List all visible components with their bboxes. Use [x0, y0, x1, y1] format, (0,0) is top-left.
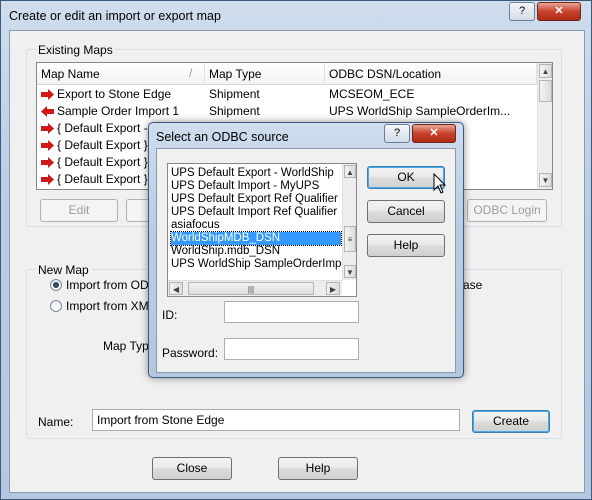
list-item[interactable]: UPS Default Export - WorldShip [171, 167, 341, 180]
export-arrow-icon [41, 174, 54, 186]
odbc-help-button[interactable]: Help [367, 234, 445, 257]
id-label: ID: [162, 308, 178, 322]
list-item[interactable]: WorldShip.mdb_DSN [171, 245, 341, 258]
id-input[interactable] [224, 301, 359, 323]
mouse-cursor-icon [433, 173, 447, 194]
odbc-dialog-client: UPS Default Export - WorldShip UPS Defau… [156, 148, 456, 373]
odbc-dialog-title: Select an ODBC source [156, 130, 289, 144]
existing-maps-legend: Existing Maps [36, 43, 115, 57]
map-type: Shipment [209, 104, 260, 118]
scroll-thumb[interactable] [539, 80, 552, 102]
odbc-login-button[interactable]: ODBC Login [467, 199, 547, 222]
import-odbc-radio[interactable] [50, 279, 62, 291]
import-xml-label: Import from XML [66, 299, 156, 313]
list-item[interactable]: asiafocus [171, 219, 341, 232]
horizontal-scroll-thumb[interactable]: ||| [188, 282, 314, 295]
map-name: { Default Export } [57, 155, 148, 169]
close-caption-button[interactable]: ✕ [537, 2, 581, 21]
help-button[interactable]: Help [278, 457, 358, 480]
scroll-thumb[interactable]: ≡ [344, 226, 356, 252]
export-arrow-icon [41, 123, 54, 135]
map-name: { Default Export } [57, 138, 148, 152]
scroll-down-icon[interactable]: ▼ [344, 265, 356, 278]
column-header-map-type[interactable]: Map Type [205, 63, 325, 85]
map-name: { Default Export - W [57, 121, 163, 135]
create-button[interactable]: Create [472, 410, 550, 433]
scroll-right-icon[interactable]: ▶ [326, 282, 340, 295]
list-item[interactable]: UPS Default Import - MyUPS [171, 180, 341, 193]
list-item[interactable]: UPS Default Export Ref Qualifier [171, 193, 341, 206]
maps-vertical-scrollbar[interactable]: ▲ ▼ [537, 63, 552, 189]
new-map-legend: New Map [36, 263, 91, 277]
scroll-up-icon[interactable]: ▲ [344, 165, 356, 178]
close-button[interactable]: Close [152, 457, 232, 480]
table-row[interactable]: Export to Stone Edge Shipment MCSEOM_ECE [41, 86, 537, 103]
scroll-down-icon[interactable]: ▼ [539, 173, 552, 187]
map-type: Shipment [209, 87, 260, 101]
list-item[interactable]: UPS WorldShip SampleOrderImport [171, 258, 355, 271]
map-name: Export to Stone Edge [57, 87, 172, 101]
import-xml-radio[interactable] [50, 300, 62, 312]
column-header-map-name[interactable]: Map Name [37, 63, 205, 85]
list-item-selected[interactable]: WorldShipMDB_DSN [170, 231, 342, 246]
password-label: Password: [162, 346, 219, 360]
export-arrow-icon [41, 89, 54, 101]
new-map-right-fragment: ase [463, 278, 483, 292]
map-location: UPS WorldShip SampleOrderIm... [329, 104, 511, 118]
odbc-list-vertical-scrollbar[interactable]: ▲ ≡ ▼ [342, 164, 356, 280]
name-label: Name: [38, 415, 74, 429]
name-input[interactable]: Import from Stone Edge [92, 409, 460, 431]
map-name: Sample Order Import 1 [57, 104, 180, 118]
odbc-source-dialog: Select an ODBC source ? ✕ UPS Default Ex… [148, 122, 464, 378]
help-caption-button[interactable]: ? [509, 2, 535, 21]
import-arrow-icon [41, 106, 54, 118]
cancel-button[interactable]: Cancel [367, 200, 445, 223]
export-arrow-icon [41, 157, 54, 169]
list-item[interactable]: UPS Default Import Ref Qualifier [171, 206, 341, 219]
window-title: Create or edit an import or export map [9, 9, 221, 23]
edit-button[interactable]: Edit [40, 199, 118, 222]
maps-header: Map Name / Map Type ODBC DSN/Location [37, 63, 537, 85]
scroll-left-icon[interactable]: ◀ [169, 282, 183, 295]
export-arrow-icon [41, 140, 54, 152]
map-name: { Default Export } [57, 172, 148, 186]
column-header-odbc-location[interactable]: ODBC DSN/Location [325, 63, 537, 85]
odbc-source-list[interactable]: UPS Default Export - WorldShip UPS Defau… [167, 163, 357, 297]
map-location: MCSEOM_ECE [329, 87, 415, 101]
odbc-help-caption-button[interactable]: ? [384, 124, 410, 143]
odbc-list-horizontal-scrollbar[interactable]: ◀ ||| ▶ [168, 280, 342, 296]
scroll-up-icon[interactable]: ▲ [539, 64, 552, 78]
table-row[interactable]: Sample Order Import 1 Shipment UPS World… [41, 103, 537, 120]
password-input[interactable] [224, 338, 359, 360]
odbc-close-caption-button[interactable]: ✕ [412, 124, 456, 143]
column-resize-glyph: / [189, 66, 193, 80]
